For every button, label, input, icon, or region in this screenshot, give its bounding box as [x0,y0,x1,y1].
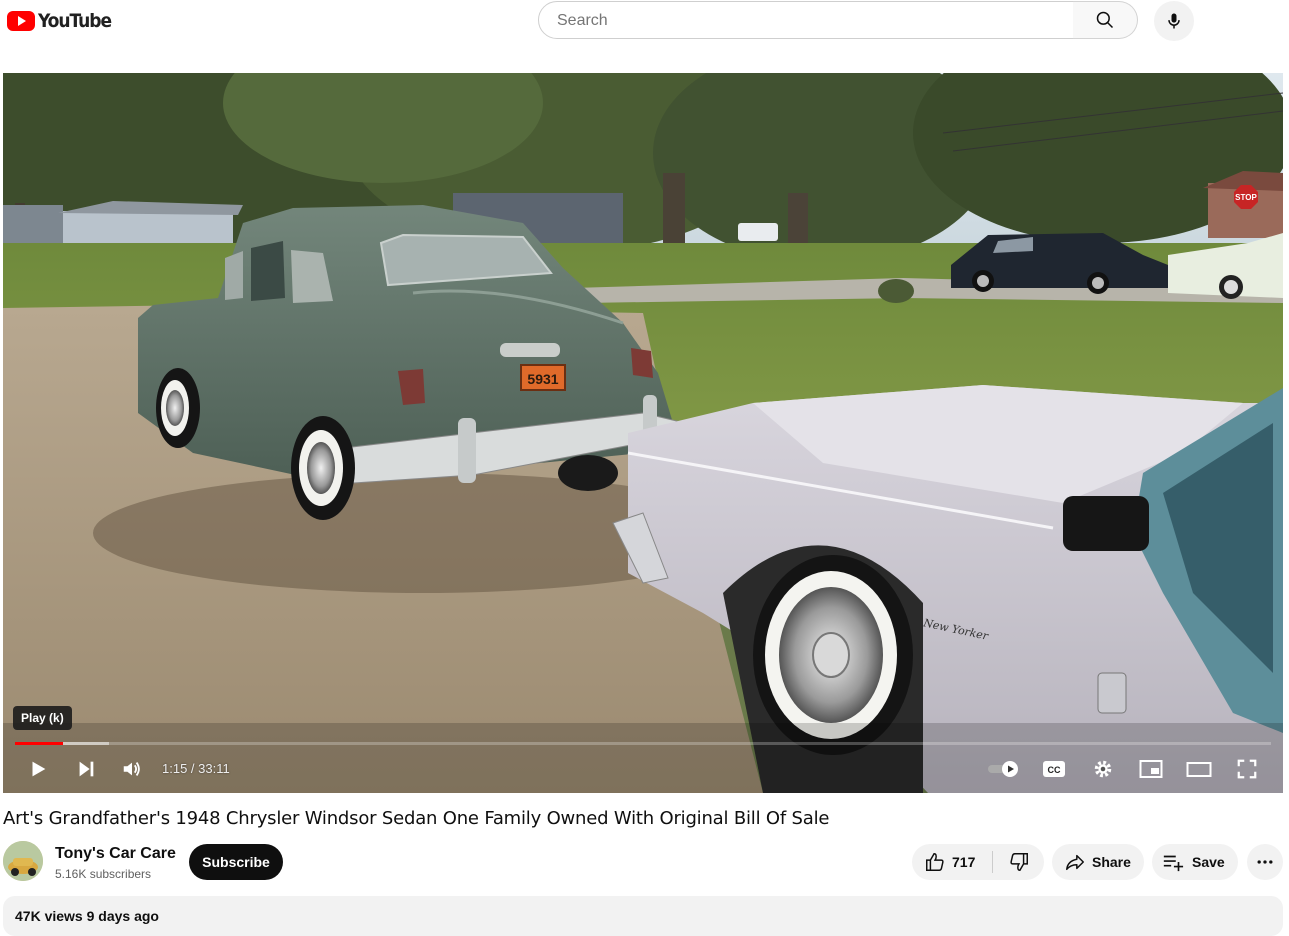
more-dots-icon [1257,860,1273,864]
captions-icon: CC [1043,761,1065,777]
video-title: Art's Grandfather's 1948 Chrysler Windso… [3,808,830,829]
subscriber-count: 5.16K subscribers [55,867,152,881]
settings-button[interactable] [1088,750,1118,788]
thumbs-up-icon [926,853,944,871]
thumbs-down-icon [1009,853,1028,871]
masthead: YouTube [0,0,1289,56]
description-box[interactable]: 47K views 9 days ago [3,896,1283,936]
save-label: Save [1192,854,1225,870]
search-icon [1096,11,1114,29]
mic-icon [1168,13,1180,29]
search-box[interactable] [538,1,1074,39]
voice-search-button[interactable] [1154,1,1194,41]
time-display: 1:15 / 33:11 [162,761,230,776]
share-label: Share [1092,854,1131,870]
like-count: 717 [952,854,976,870]
save-button[interactable]: Save [1152,844,1238,880]
more-actions-button[interactable] [1247,844,1283,880]
next-button[interactable] [71,750,101,788]
miniplayer-button[interactable] [1136,750,1166,788]
captions-button[interactable]: CC [1039,750,1069,788]
autoplay-toggle-icon [988,761,1018,777]
next-icon [79,761,94,777]
youtube-logo-icon [7,11,35,31]
volume-button[interactable] [117,750,147,788]
player-controls: 1:15 / 33:11 CC [3,750,1283,788]
search-button[interactable] [1073,1,1138,39]
autoplay-toggle[interactable] [986,750,1022,788]
logo-text: YouTube [38,10,112,32]
view-count-and-date: 47K views 9 days ago [15,908,159,924]
subscribe-button[interactable]: Subscribe [189,844,283,880]
search-input[interactable] [555,11,1039,31]
play-tooltip: Play (k) [13,706,72,730]
share-arrow-icon [1066,854,1084,871]
owner-row: Tony's Car Care 5.16K subscribers Subscr… [0,840,1289,884]
dislike-button[interactable] [993,844,1044,880]
miniplayer-icon [1139,760,1163,778]
video-frame: STOP 5931 New Yorker [3,73,1283,793]
channel-avatar[interactable] [3,841,43,881]
license-plate-text: 5931 [527,371,558,387]
theater-mode-icon [1186,762,1212,777]
channel-name[interactable]: Tony's Car Care [55,845,176,863]
fullscreen-button[interactable] [1232,750,1262,788]
progress-bar[interactable] [15,742,1271,745]
volume-icon [123,762,140,776]
fullscreen-icon [1237,759,1257,779]
save-playlist-icon [1163,855,1184,872]
svg-text:CC: CC [1048,765,1061,775]
play-icon [32,761,46,777]
youtube-logo[interactable]: YouTube [7,9,112,33]
like-dislike-group: 717 [912,844,1044,880]
stop-sign-text: STOP [1235,193,1257,202]
video-player[interactable]: STOP 5931 New Yorker Play (k) [3,73,1283,793]
like-button[interactable]: 717 [912,844,992,880]
theater-mode-button[interactable] [1183,750,1215,788]
played-bar [15,742,63,745]
play-button[interactable] [23,750,53,788]
avatar-image [3,841,43,881]
share-button[interactable]: Share [1052,844,1144,880]
settings-gear-icon [1094,760,1112,778]
